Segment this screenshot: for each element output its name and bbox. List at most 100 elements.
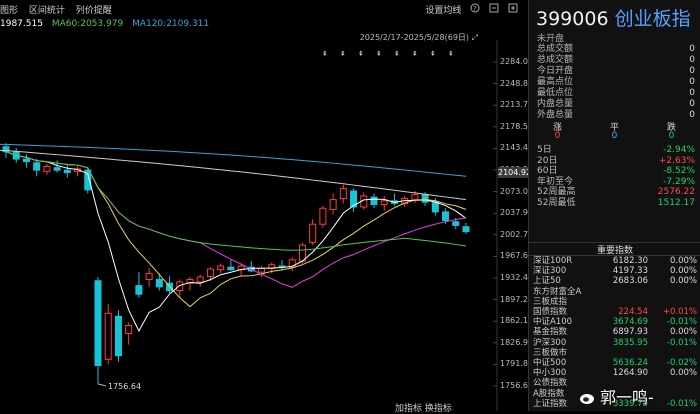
ma5-line [5,151,467,332]
candle-body [53,167,61,171]
index-row-name: 上证指数 [533,398,568,409]
index-row-name: 深证100R [533,256,573,266]
candle-body [196,276,204,283]
down-count: 0 [668,131,675,141]
stat-label: 总成交额 [537,44,574,54]
flat-count: 0 [611,131,618,141]
event-marker-icon: ⇞ [358,50,364,58]
candle-body [462,226,470,233]
ma20-line [5,151,467,288]
candle-body [370,196,378,206]
candle-body [33,162,41,171]
candle-body [22,158,30,163]
candle-body [227,266,235,271]
stat-row: 总成交额 0 [537,44,695,55]
candle-body [176,281,184,292]
quote-panel: 399006 创业板指 未开盘 总成交额 0 总成交额 0 今日开盘 0 最高点位 0 最低点位… [528,0,700,411]
section-title: 重要指数 [529,242,700,256]
candle-body [329,199,337,210]
index-name: 创业板指 [614,8,691,30]
stat-value: 0 [689,77,695,87]
index-code: 399006 [536,8,609,30]
current-price-flag: 2104.92 [498,167,532,179]
kline-chart-area[interactable]: 图形 区间统计 列价提醒 设置均线 ? 1987.515 MA60:2053.9… [0,0,534,414]
y-tick-label: 2213.72 [500,100,534,110]
y-tick-label: 1826.96 [500,337,534,347]
candle-body [319,207,327,225]
period-label: 年初至今 [537,176,574,187]
event-marker-icon: ⇞ [322,50,328,58]
watermark-text: 郭一鸣- [600,388,654,407]
period-row: 年初至今 -7.29% [537,177,695,188]
y-tick-label: 1791.80 [500,359,534,369]
y-tick-label: 1967.60 [500,251,534,261]
y-tick-label: 2248.88 [500,78,534,88]
watermark: 郭一鸣- [580,384,654,408]
period-value: -8.52% [663,166,695,176]
period-row: 5日 -2.94% [537,145,695,156]
index-row-name: 沪深300 [533,337,567,348]
y-tick-label: 2073.08 [500,186,534,196]
period-label: 52周最低 [537,197,576,208]
stat-row: 总成交额 0 [537,55,695,66]
candle-body [43,165,51,172]
index-row-name: 上证50 [533,276,561,287]
stat-row: 今日开盘 0 [537,66,695,77]
period-label: 20日 [537,155,558,166]
y-tick-label: 2143.40 [500,143,534,153]
market-status: 未开盘 [537,34,565,44]
y-tick-label: 2178.56 [500,121,534,131]
index-row-name: 中证500 [533,358,567,368]
stat-label: 最高点位 [537,77,574,87]
candle-body [145,272,153,280]
period-label: 60日 [537,166,558,176]
candle-body [125,325,133,335]
event-marker-icon: ⇞ [412,50,418,58]
candle-body [411,194,419,201]
y-tick-label: 1932.44 [500,273,534,282]
y-tick-label: 1756.64 [500,381,534,390]
weibo-logo-icon [580,390,596,404]
index-row-name: 深证300 [533,266,567,277]
event-marker-icon: ⇞ [394,50,400,58]
index-header: 399006 创业板指 [536,4,691,31]
period-label: 5日 [537,145,552,155]
stat-value: 0 [689,88,695,98]
stat-label: 最低点位 [537,88,574,98]
candle-body [104,312,112,360]
candle-body [206,268,214,277]
stat-label: 外盘总量 [537,110,574,120]
event-marker-icon: ⇞ [376,50,382,58]
stat-value: 0 [689,55,695,65]
candle-body [431,201,439,213]
candle-body [155,278,163,288]
candle-body [309,223,317,244]
stat-value: 0 [689,44,695,54]
ma10-line [5,151,467,308]
index-row-name: 公债指数 [533,378,568,389]
index-row-change: -0.01% [666,398,697,409]
index-row-name: 国债指数 [533,307,568,317]
candle-body [217,265,225,271]
stat-label: 今日开盘 [537,66,574,76]
period-value: +2.63% [658,155,695,166]
period-value: 1512.17 [657,197,695,208]
index-row-name: A股指数 [533,388,565,399]
period-value: -2.94% [663,145,695,155]
event-marker-icon: ⇞ [340,50,346,58]
candlestick-svg: 1756.64 ⇞ ⇞ ⇞ ⇞ ⇞ ⇞ ⇞ ⇞ [0,40,498,411]
stat-value: 0 [689,66,695,76]
stat-row: 最低点位 0 [537,88,695,99]
index-row-name: 基金指数 [533,327,568,338]
low-marker-line [97,383,107,387]
candle-body [63,169,71,174]
ma120-line [0,149,467,201]
period-row: 52周最高 2576.22 [537,187,695,198]
indicator-bar-label[interactable]: 加指标 换指标 [395,404,452,414]
index-row-name: 三板成指 [533,296,568,307]
period-value: 2576.22 [657,187,695,197]
candle-body [94,280,102,367]
indicator-bar[interactable]: 加指标 换指标 [395,401,452,414]
period-row: 20日 +2.63% [537,156,695,167]
candle-body [135,285,143,295]
